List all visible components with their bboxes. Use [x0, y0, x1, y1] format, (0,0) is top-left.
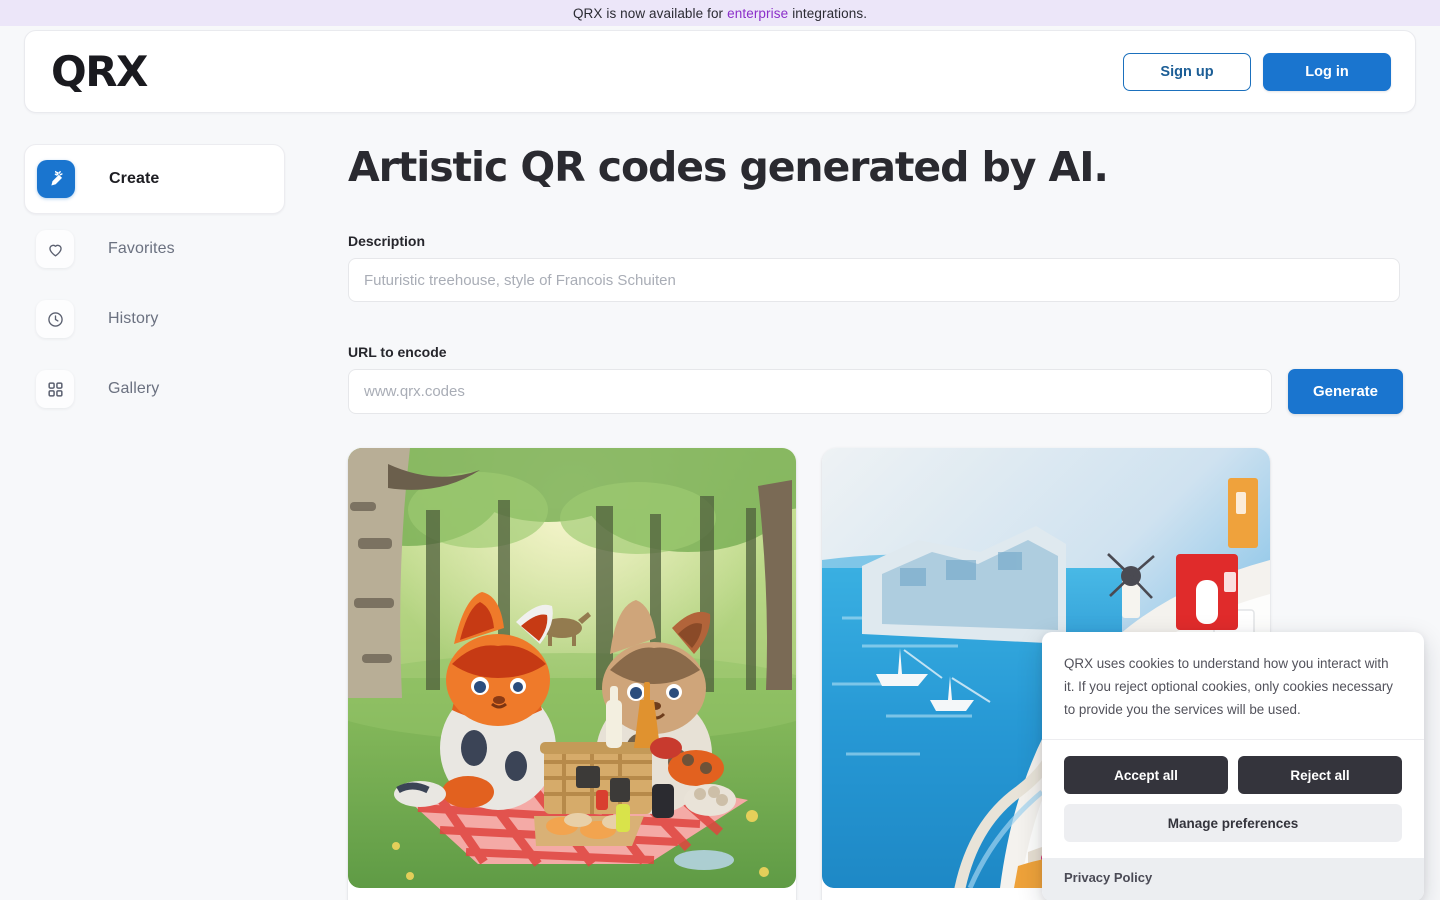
cookie-consent-banner: QRX uses cookies to understand how you i…: [1042, 632, 1424, 900]
sign-up-button[interactable]: Sign up: [1123, 52, 1251, 91]
manage-preferences-button[interactable]: Manage preferences: [1064, 804, 1402, 843]
forest-picnic-qr-art[interactable]: [348, 448, 796, 889]
log-in-button[interactable]: Log in: [1263, 52, 1391, 91]
brand-logo[interactable]: QRX: [51, 50, 148, 93]
site-header: QRX Sign up Log in: [24, 30, 1416, 113]
announcement-bar: QRX is now available for enterprise inte…: [0, 0, 1440, 26]
cookie-footer: Privacy Policy: [1042, 858, 1424, 900]
clock-icon: [36, 300, 74, 338]
url-input[interactable]: [348, 369, 1272, 415]
generate-button[interactable]: Generate: [1288, 369, 1403, 415]
announcement-text-after: integrations.: [792, 5, 868, 21]
card-footer: [348, 888, 796, 900]
description-input[interactable]: [348, 258, 1400, 303]
sidebar: Create Favorites History Gallery: [24, 144, 285, 424]
announcement-text-before: QRX is now available for: [572, 5, 724, 21]
cookie-actions: Accept all Reject all Manage preferences: [1042, 739, 1424, 858]
sidebar-item-label: Favorites: [108, 240, 175, 257]
accept-all-button[interactable]: Accept all: [1064, 756, 1228, 795]
sidebar-item-gallery[interactable]: Gallery: [24, 354, 285, 424]
enterprise-link[interactable]: enterprise: [727, 6, 788, 21]
reject-all-button[interactable]: Reject all: [1238, 756, 1402, 795]
sidebar-item-create[interactable]: Create: [24, 144, 285, 214]
privacy-policy-link[interactable]: Privacy Policy: [1064, 870, 1152, 885]
sidebar-item-label: History: [108, 310, 159, 327]
url-row: Generate: [348, 369, 1408, 415]
sidebar-item-label: Gallery: [108, 380, 160, 397]
result-card[interactable]: [348, 448, 796, 900]
heart-icon: [36, 230, 74, 268]
magic-wand-icon: [37, 160, 75, 198]
header-actions: Sign up Log in: [1123, 52, 1391, 91]
cookie-message: QRX uses cookies to understand how you i…: [1064, 656, 1393, 718]
description-label: Description: [348, 233, 426, 250]
sidebar-item-label: Create: [109, 170, 160, 187]
grid-icon: [36, 370, 74, 408]
url-label: URL to encode: [348, 344, 447, 361]
page-title: Artistic QR codes generated by AI.: [348, 143, 1109, 191]
sidebar-item-favorites[interactable]: Favorites: [24, 214, 285, 284]
sidebar-item-history[interactable]: History: [24, 284, 285, 354]
